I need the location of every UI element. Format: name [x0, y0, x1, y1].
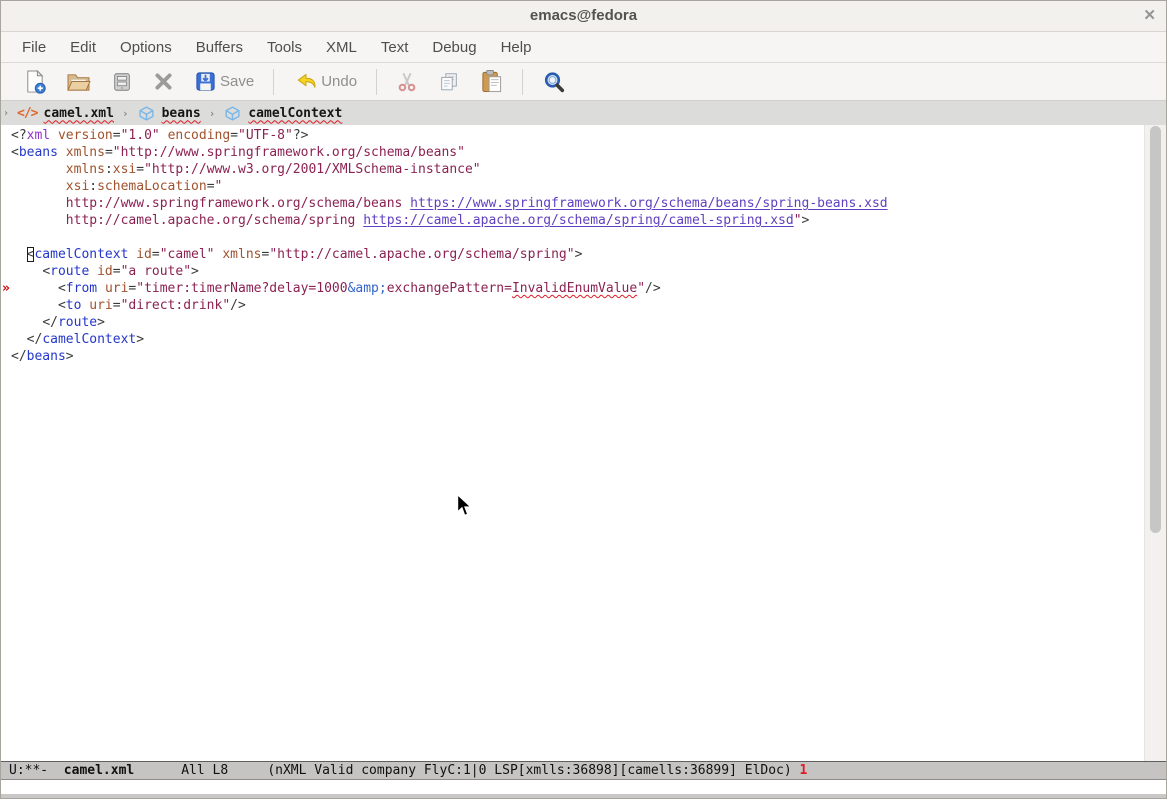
echo-area	[1, 780, 1166, 794]
code-line: http://www.springframework.org/schema/be…	[11, 195, 1145, 212]
close-window-icon[interactable]: ✕	[1143, 1, 1156, 31]
undo-icon	[293, 71, 318, 92]
toolbar-separator	[522, 69, 523, 95]
editor-buffer[interactable]: <?xml version="1.0" encoding="UTF-8"?><b…	[1, 125, 1145, 762]
undo-button[interactable]: Undo	[283, 63, 367, 100]
open-folder-icon	[66, 71, 91, 92]
modeline-error-count: 1	[800, 763, 808, 778]
code-line: <route id="a route">	[11, 263, 1145, 280]
new-file-icon	[23, 69, 46, 94]
undo-label: Undo	[321, 73, 357, 90]
window-title: emacs@fedora	[1, 1, 1166, 31]
title-bar[interactable]: emacs@fedora ✕	[1, 1, 1166, 32]
code-line: <to uri="direct:drink"/>	[11, 297, 1145, 314]
code-line: <beans xmlns="http://www.springframework…	[11, 144, 1145, 161]
modeline-buffer-name: camel.xml	[64, 763, 134, 778]
menu-item-edit[interactable]: Edit	[58, 39, 108, 56]
copy-icon	[438, 71, 460, 93]
code-line	[11, 229, 1145, 246]
code-line: xsi:schemaLocation="	[11, 178, 1145, 195]
menu-item-xml[interactable]: XML	[314, 39, 369, 56]
modeline-modes: (nXML Valid company FlyC:1|0 LSP[xmlls:3…	[267, 763, 799, 778]
breadcrumb-item-camelcontext[interactable]: camelContext	[223, 105, 342, 122]
window-bottom-edge	[1, 794, 1166, 798]
menu-bar: FileEditOptionsBuffersToolsXMLTextDebugH…	[1, 32, 1166, 63]
copy-button[interactable]	[428, 63, 470, 100]
cut-button[interactable]	[386, 63, 428, 100]
code-line: <camelContext id="camel" xmlns="http://c…	[11, 246, 1145, 263]
search-icon	[542, 70, 566, 94]
menu-item-options[interactable]: Options	[108, 39, 184, 56]
save-label: Save	[220, 73, 254, 90]
breadcrumb-label: camelContext	[248, 106, 342, 121]
modeline-status-flags: U:**-	[9, 763, 64, 778]
scrollbar-thumb[interactable]	[1150, 126, 1161, 533]
element-cube-icon	[137, 105, 156, 122]
breadcrumb-item-camel.xml[interactable]: </> camel.xml	[17, 106, 114, 121]
breadcrumb-leading-chevron-icon: ›	[3, 108, 9, 119]
breadcrumb-label: camel.xml	[44, 106, 114, 121]
save-as-button[interactable]	[101, 63, 143, 100]
code-line: </route>	[11, 314, 1145, 331]
code-line: <from uri="timer:timerName?delay=1000&am…	[11, 280, 1145, 297]
save-button[interactable]: Save	[184, 63, 264, 100]
close-buffer-button[interactable]	[143, 63, 184, 100]
breadcrumb-separator-icon: ›	[209, 107, 216, 120]
menu-item-text[interactable]: Text	[369, 39, 421, 56]
save-disk-icon	[194, 70, 217, 93]
menu-item-debug[interactable]: Debug	[420, 39, 488, 56]
drive-icon	[111, 71, 133, 93]
mode-line: U:**- camel.xml All L8 (nXML Valid compa…	[1, 761, 1166, 780]
scissors-icon	[396, 70, 418, 93]
toolbar-separator	[273, 69, 274, 95]
menu-item-help[interactable]: Help	[489, 39, 544, 56]
code-line: <?xml version="1.0" encoding="UTF-8"?>	[11, 127, 1145, 144]
breadcrumb: › </> camel.xml › beans › camelContext	[1, 101, 1166, 125]
paste-button[interactable]	[470, 63, 513, 100]
new-file-button[interactable]	[13, 63, 56, 100]
error-fringe-marker-icon: »	[2, 280, 10, 297]
code-line: </beans>	[11, 348, 1145, 365]
scrollbar-track[interactable]	[1144, 125, 1166, 762]
toolbar-separator	[376, 69, 377, 95]
code-line: xmlns:xsi="http://www.w3.org/2001/XMLSch…	[11, 161, 1145, 178]
xml-file-icon: </>	[17, 106, 37, 121]
menu-item-tools[interactable]: Tools	[255, 39, 314, 56]
breadcrumb-label: beans	[162, 106, 201, 121]
tool-bar: Save Undo	[1, 63, 1166, 101]
menu-item-buffers[interactable]: Buffers	[184, 39, 255, 56]
code-line: </camelContext>	[11, 331, 1145, 348]
clipboard-icon	[480, 69, 503, 94]
element-cube-icon	[223, 105, 242, 122]
close-x-icon	[153, 71, 174, 92]
code-line: http://camel.apache.org/schema/spring ht…	[11, 212, 1145, 229]
search-button[interactable]	[532, 63, 576, 100]
breadcrumb-item-beans[interactable]: beans	[137, 105, 201, 122]
menu-item-file[interactable]: File	[10, 39, 58, 56]
modeline-position: All L8	[134, 763, 267, 778]
emacs-window: emacs@fedora ✕ FileEditOptionsBuffersToo…	[0, 0, 1167, 799]
open-file-button[interactable]	[56, 63, 101, 100]
breadcrumb-separator-icon: ›	[122, 107, 129, 120]
